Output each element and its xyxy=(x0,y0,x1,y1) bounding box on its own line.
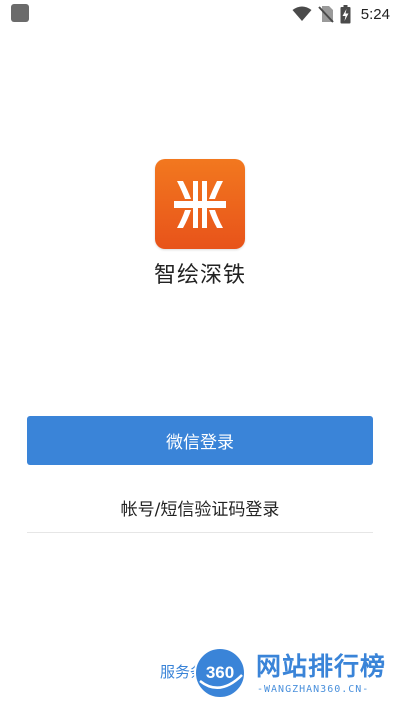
watermark: 360 网站排行榜 -WANGZHAN360.CN- xyxy=(190,645,400,705)
status-icons: 5:24 xyxy=(292,3,390,25)
no-sim-icon xyxy=(318,6,334,23)
wechat-login-button[interactable]: 微信登录 xyxy=(27,416,373,465)
status-bar: 5:24 xyxy=(0,0,400,28)
app-logo xyxy=(155,159,245,249)
divider xyxy=(27,532,373,533)
battery-charging-icon xyxy=(340,4,351,23)
wifi-icon xyxy=(292,6,312,21)
watermark-360-badge-icon: 360 xyxy=(194,647,246,699)
app-notification-icon xyxy=(11,4,29,22)
account-sms-login-link[interactable]: 帐号/短信验证码登录 xyxy=(27,495,373,525)
app-name: 智绘深铁 xyxy=(153,263,246,288)
metro-logo-icon xyxy=(174,181,226,228)
clock: 5:24 xyxy=(360,5,390,23)
watermark-title: 网站排行榜 xyxy=(256,652,387,681)
watermark-subtitle: -WANGZHAN360.CN- xyxy=(257,684,370,695)
watermark-badge-text: 360 xyxy=(206,663,234,682)
